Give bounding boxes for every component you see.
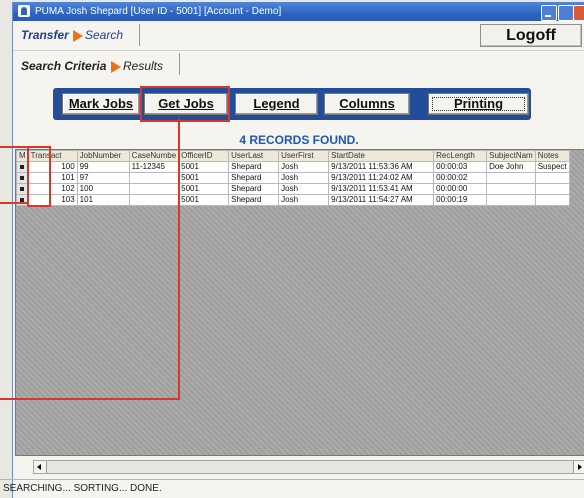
cell-reclength: 00:00:02 (433, 172, 488, 184)
row-marker-icon (20, 176, 24, 180)
cell-jobnumber: 97 (76, 172, 130, 184)
cell-userfirst: Josh (278, 194, 330, 206)
title-bar: PUMA Josh Shepard [User ID - 5001] [Acco… (13, 2, 584, 21)
app-window: PUMA Josh Shepard [User ID - 5001] [Acco… (12, 2, 584, 498)
table-header-row: M Transact JobNumber CaseNumbe OfficerID… (16, 150, 570, 162)
cell-notes (534, 172, 570, 184)
table-row[interactable]: 100 99 11-12345 5001 Shepard Josh 9/13/2… (16, 161, 570, 173)
tab-transfer[interactable]: Transfer (21, 28, 69, 42)
cell-reclength: 00:00:00 (433, 183, 488, 195)
records-found-label: 4 RECORDS FOUND. (239, 133, 359, 147)
column-header-casenumber[interactable]: CaseNumbe (128, 150, 180, 162)
column-header-userlast[interactable]: UserLast (228, 150, 280, 162)
status-bar: SEARCHING... SORTING... DONE. (0, 479, 584, 497)
cell-casenumber (128, 194, 180, 206)
mark-cell[interactable] (16, 194, 29, 206)
focus-outline (432, 97, 525, 111)
logoff-button[interactable]: Logoff (480, 24, 582, 47)
cell-userlast: Shepard (228, 183, 280, 195)
cell-startdate: 9/13/2011 11:53:36 AM (328, 161, 435, 173)
cell-casenumber (128, 172, 180, 184)
results-table: M Transact JobNumber CaseNumbe OfficerID… (16, 150, 570, 206)
table-row[interactable]: 101 97 5001 Shepard Josh 9/13/2011 11:24… (16, 172, 570, 184)
cell-transact: 102 (27, 183, 78, 195)
maximize-button[interactable] (558, 5, 574, 21)
column-header-startdate[interactable]: StartDate (328, 150, 435, 162)
cell-subjectname (486, 172, 536, 184)
cell-reclength: 00:00:19 (433, 194, 488, 206)
cell-userfirst: Josh (278, 183, 330, 195)
cell-officerid: 5001 (178, 172, 230, 184)
cell-userfirst: Josh (278, 172, 330, 184)
cell-casenumber (128, 183, 180, 195)
cell-userlast: Shepard (228, 194, 280, 206)
cell-startdate: 9/13/2011 11:24:02 AM (328, 172, 435, 184)
minimize-button[interactable] (541, 5, 557, 21)
column-header-officerid[interactable]: OfficerID (178, 150, 230, 162)
column-header-transact[interactable]: Transact (27, 150, 78, 162)
window-title: PUMA Josh Shepard [User ID - 5001] [Acco… (35, 6, 282, 17)
cell-startdate: 9/13/2011 11:54:27 AM (328, 194, 435, 206)
tab-search[interactable]: Search (85, 28, 123, 42)
cell-userfirst: Josh (278, 161, 330, 173)
app-icon (18, 5, 30, 17)
cell-officerid: 5001 (178, 183, 230, 195)
cell-jobnumber: 101 (76, 194, 130, 206)
column-header-subjectname[interactable]: SubjectNam (486, 150, 536, 162)
cell-userlast: Shepard (228, 161, 280, 173)
results-toolbar: Mark Jobs Get Jobs Legend Columns Printi… (53, 88, 531, 120)
cell-subjectname: Doe John (486, 161, 536, 173)
mark-cell[interactable] (16, 172, 29, 184)
cell-notes (534, 194, 570, 206)
cell-userlast: Shepard (228, 172, 280, 184)
tab-search-criteria[interactable]: Search Criteria (21, 59, 106, 73)
column-header-mark[interactable]: M (16, 150, 29, 162)
close-button[interactable] (573, 5, 584, 21)
table-row[interactable]: 103 101 5001 Shepard Josh 9/13/2011 11:5… (16, 194, 570, 206)
cell-officerid: 5001 (178, 161, 230, 173)
legend-button[interactable]: Legend (235, 93, 318, 115)
row-marker-icon (20, 187, 24, 191)
sub-tab-row: Search Criteria Results (13, 50, 584, 77)
cell-notes: Suspect (534, 161, 570, 173)
cell-jobnumber: 100 (76, 183, 130, 195)
main-tab-row: Transfer Search Logoff (13, 22, 584, 48)
cell-transact: 101 (27, 172, 78, 184)
cell-transact: 103 (27, 194, 78, 206)
cell-transact: 100 (27, 161, 78, 173)
column-header-reclength[interactable]: RecLength (433, 150, 488, 162)
results-grid[interactable]: M Transact JobNumber CaseNumbe OfficerID… (15, 149, 584, 456)
tab-results[interactable]: Results (123, 59, 163, 73)
sub-breadcrumb-tabs: Search Criteria Results (17, 53, 180, 75)
column-header-jobnumber[interactable]: JobNumber (76, 150, 130, 162)
arrow-right-icon (73, 30, 83, 42)
mark-cell[interactable] (16, 183, 29, 195)
horizontal-scrollbar[interactable] (33, 460, 584, 474)
columns-button[interactable]: Columns (324, 93, 410, 115)
mark-jobs-button[interactable]: Mark Jobs (62, 93, 140, 115)
cell-reclength: 00:00:03 (433, 161, 488, 173)
printing-button[interactable]: Printing (428, 93, 529, 115)
mark-cell[interactable] (16, 161, 29, 173)
column-header-notes[interactable]: Notes (534, 150, 570, 162)
cell-officerid: 5001 (178, 194, 230, 206)
arrow-right-icon (111, 61, 121, 73)
row-marker-icon (20, 198, 24, 202)
cell-subjectname (486, 194, 536, 206)
get-jobs-button[interactable]: Get Jobs (144, 93, 228, 115)
cell-notes (534, 183, 570, 195)
breadcrumb-tabs: Transfer Search (17, 24, 140, 46)
scroll-left-icon[interactable] (34, 461, 47, 473)
cell-casenumber: 11-12345 (128, 161, 180, 173)
row-marker-icon (20, 165, 24, 169)
cell-subjectname (486, 183, 536, 195)
cell-jobnumber: 99 (76, 161, 130, 173)
scroll-right-icon[interactable] (573, 461, 584, 473)
column-header-userfirst[interactable]: UserFirst (278, 150, 330, 162)
table-row[interactable]: 102 100 5001 Shepard Josh 9/13/2011 11:5… (16, 183, 570, 195)
cell-startdate: 9/13/2011 11:53:41 AM (328, 183, 435, 195)
